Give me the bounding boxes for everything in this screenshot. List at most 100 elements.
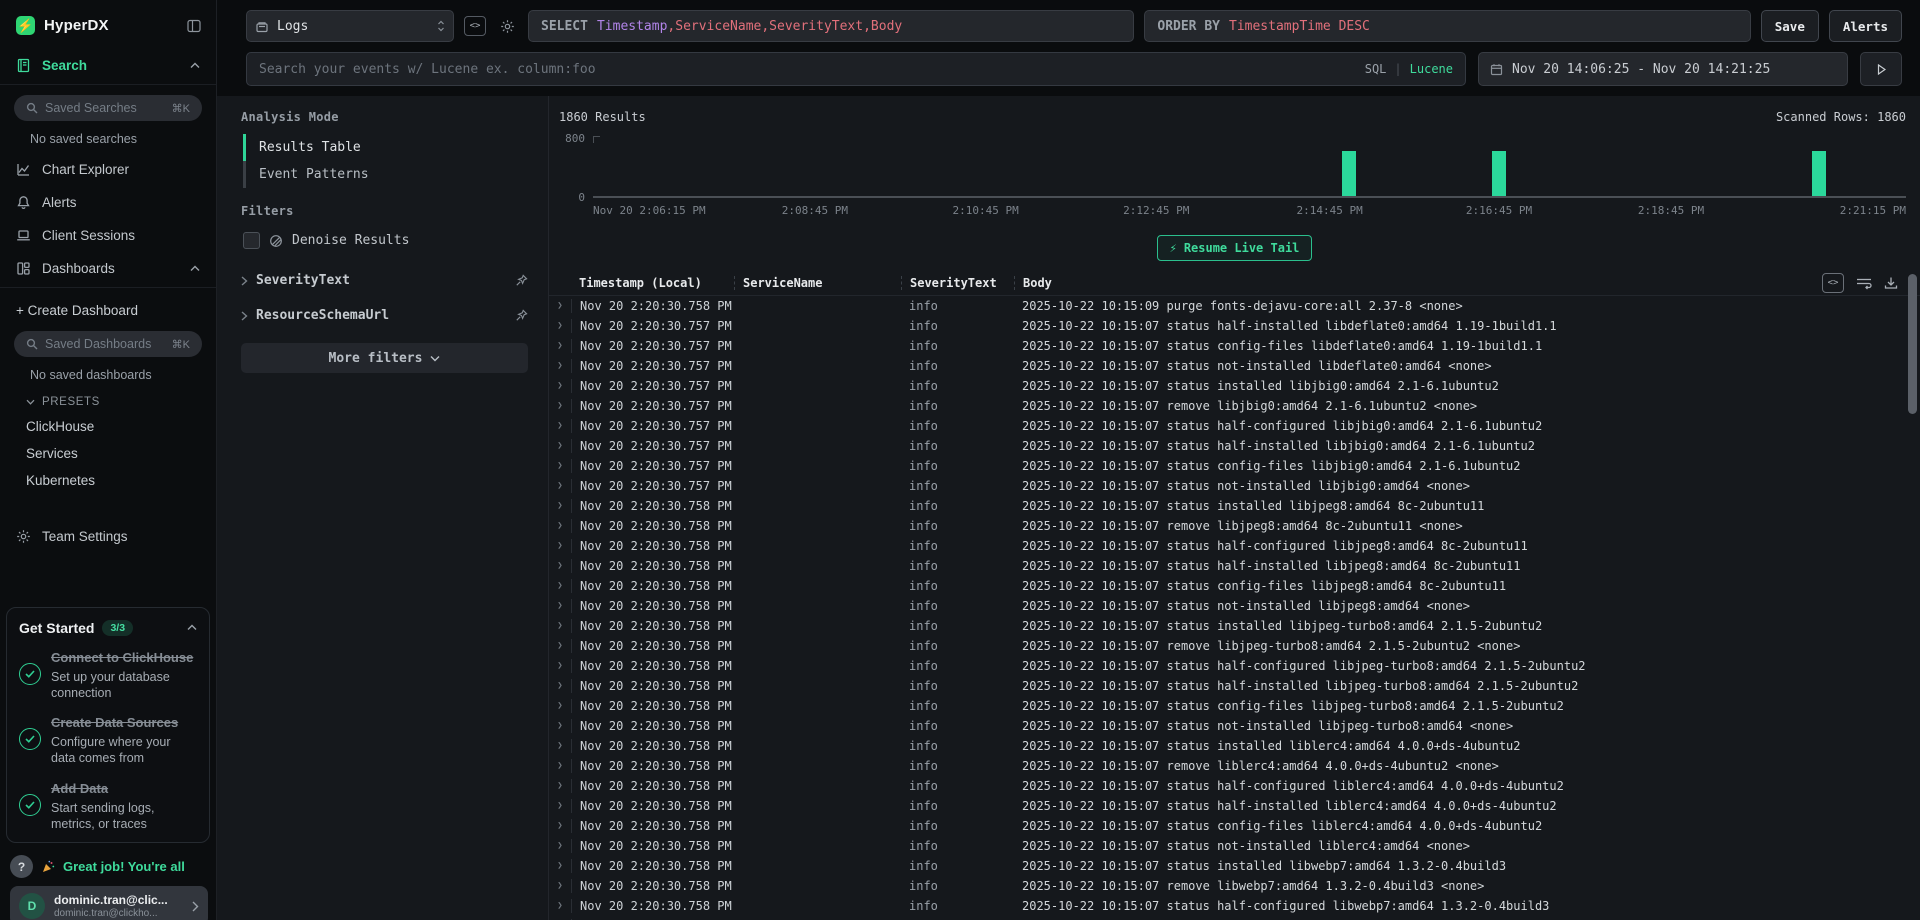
expand-row-icon[interactable]: ❯: [549, 601, 571, 611]
table-row[interactable]: ❯ Nov 20 2:20:30.758 PM info 2025-10-22 …: [549, 556, 1920, 576]
expand-row-icon[interactable]: ❯: [549, 661, 571, 671]
resume-live-tail-button[interactable]: ⚡ Resume Live Tail: [1157, 235, 1313, 261]
get-started-item[interactable]: Create Data Sources Configure where your…: [19, 714, 197, 767]
table-row[interactable]: ❯ Nov 20 2:20:30.757 PM info 2025-10-22 …: [549, 336, 1920, 356]
expand-row-icon[interactable]: ❯: [549, 581, 571, 591]
expand-row-icon[interactable]: ❯: [549, 301, 571, 311]
histogram-bar[interactable]: [1342, 151, 1356, 196]
saved-dashboards-input[interactable]: Saved Dashboards ⌘K: [14, 331, 202, 357]
create-dashboard-button[interactable]: + Create Dashboard: [0, 294, 216, 327]
col-timestamp[interactable]: Timestamp (Local): [571, 276, 734, 290]
help-icon[interactable]: ?: [10, 855, 33, 878]
table-row[interactable]: ❯ Nov 20 2:20:30.758 PM info 2025-10-22 …: [549, 756, 1920, 776]
table-row[interactable]: ❯ Nov 20 2:20:30.758 PM info 2025-10-22 …: [549, 716, 1920, 736]
lang-toggle-lucene[interactable]: Lucene: [1410, 62, 1453, 76]
table-row[interactable]: ❯ Nov 20 2:20:30.757 PM info 2025-10-22 …: [549, 356, 1920, 376]
table-row[interactable]: ❯ Nov 20 2:20:30.758 PM info 2025-10-22 …: [549, 676, 1920, 696]
expand-row-icon[interactable]: ❯: [549, 841, 571, 851]
get-started-header[interactable]: Get Started 3/3: [19, 620, 197, 636]
sidebar-item-alerts[interactable]: Alerts: [0, 186, 216, 219]
order-by-input[interactable]: ORDER BY TimestampTime DESC: [1144, 10, 1750, 42]
expand-row-icon[interactable]: ❯: [549, 381, 571, 391]
code-view-button[interactable]: <>: [1822, 273, 1844, 293]
select-clause-input[interactable]: SELECT Timestamp,ServiceName,SeverityTex…: [528, 10, 1134, 42]
lang-toggle-sql[interactable]: SQL: [1365, 62, 1387, 76]
more-filters-button[interactable]: More filters: [241, 343, 528, 373]
wrap-lines-button[interactable]: [1856, 276, 1872, 290]
facet-resource-schema-url[interactable]: ResourceSchemaUrl: [241, 298, 528, 333]
vertical-scrollbar[interactable]: [1908, 274, 1917, 414]
preset-link-services[interactable]: Services: [0, 440, 216, 467]
table-row[interactable]: ❯ Nov 20 2:20:30.758 PM info 2025-10-22 …: [549, 296, 1920, 316]
expand-row-icon[interactable]: ❯: [549, 501, 571, 511]
chevron-up-icon[interactable]: [187, 624, 197, 631]
chevron-up-icon[interactable]: [190, 265, 200, 272]
expand-row-icon[interactable]: ❯: [549, 641, 571, 651]
expand-row-icon[interactable]: ❯: [549, 461, 571, 471]
mode-results-table[interactable]: Results Table: [243, 134, 528, 161]
sidebar-item-search[interactable]: Search: [0, 49, 216, 82]
expand-row-icon[interactable]: ❯: [549, 521, 571, 531]
col-body[interactable]: Body: [1014, 276, 1810, 290]
preset-link-clickhouse[interactable]: ClickHouse: [0, 413, 216, 440]
table-row[interactable]: ❯ Nov 20 2:20:30.758 PM info 2025-10-22 …: [549, 656, 1920, 676]
sidebar-item-client-sessions[interactable]: Client Sessions: [0, 219, 216, 252]
table-row[interactable]: ❯ Nov 20 2:20:30.758 PM info 2025-10-22 …: [549, 496, 1920, 516]
sidebar-item-chart-explorer[interactable]: Chart Explorer: [0, 153, 216, 186]
table-row[interactable]: ❯ Nov 20 2:20:30.758 PM info 2025-10-22 …: [549, 576, 1920, 596]
table-row[interactable]: ❯ Nov 20 2:20:30.757 PM info 2025-10-22 …: [549, 456, 1920, 476]
table-row[interactable]: ❯ Nov 20 2:20:30.757 PM info 2025-10-22 …: [549, 476, 1920, 496]
table-row[interactable]: ❯ Nov 20 2:20:30.758 PM info 2025-10-22 …: [549, 776, 1920, 796]
sidebar-item-dashboards[interactable]: Dashboards: [0, 252, 216, 285]
table-row[interactable]: ❯ Nov 20 2:20:30.757 PM info 2025-10-22 …: [549, 316, 1920, 336]
table-row[interactable]: ❯ Nov 20 2:20:30.758 PM info 2025-10-22 …: [549, 696, 1920, 716]
table-row[interactable]: ❯ Nov 20 2:20:30.758 PM info 2025-10-22 …: [549, 636, 1920, 656]
expand-row-icon[interactable]: ❯: [549, 621, 571, 631]
expand-row-icon[interactable]: ❯: [549, 901, 571, 911]
expand-row-icon[interactable]: ❯: [549, 781, 571, 791]
table-row[interactable]: ❯ Nov 20 2:20:30.758 PM info 2025-10-22 …: [549, 916, 1920, 920]
download-icon[interactable]: [1884, 276, 1898, 290]
chevron-up-icon[interactable]: [190, 62, 200, 69]
sidebar-collapse-icon[interactable]: [186, 18, 202, 34]
expand-row-icon[interactable]: ❯: [549, 741, 571, 751]
col-severity-text[interactable]: SeverityText: [901, 276, 1014, 290]
table-row[interactable]: ❯ Nov 20 2:20:30.757 PM info 2025-10-22 …: [549, 416, 1920, 436]
table-row[interactable]: ❯ Nov 20 2:20:30.758 PM info 2025-10-22 …: [549, 816, 1920, 836]
sql-mode-button[interactable]: <>: [464, 10, 486, 42]
expand-row-icon[interactable]: ❯: [549, 881, 571, 891]
sidebar-item-team-settings[interactable]: Team Settings: [0, 520, 216, 553]
table-row[interactable]: ❯ Nov 20 2:20:30.757 PM info 2025-10-22 …: [549, 436, 1920, 456]
histogram-bar[interactable]: [1492, 151, 1506, 196]
expand-row-icon[interactable]: ❯: [549, 681, 571, 691]
alerts-button[interactable]: Alerts: [1829, 10, 1902, 42]
get-started-item[interactable]: Connect to ClickHouse Set up your databa…: [19, 649, 197, 702]
table-row[interactable]: ❯ Nov 20 2:20:30.758 PM info 2025-10-22 …: [549, 896, 1920, 916]
expand-row-icon[interactable]: ❯: [549, 701, 571, 711]
facet-severity-text[interactable]: SeverityText: [241, 263, 528, 298]
expand-row-icon[interactable]: ❯: [549, 361, 571, 371]
preset-link-kubernetes[interactable]: Kubernetes: [0, 467, 216, 494]
event-search-input[interactable]: Search your events w/ Lucene ex. column:…: [246, 52, 1466, 86]
expand-row-icon[interactable]: ❯: [549, 861, 571, 871]
user-menu[interactable]: D dominic.tran@clic... dominic.tran@clic…: [10, 886, 208, 920]
table-row[interactable]: ❯ Nov 20 2:20:30.758 PM info 2025-10-22 …: [549, 736, 1920, 756]
expand-row-icon[interactable]: ❯: [549, 341, 571, 351]
expand-row-icon[interactable]: ❯: [549, 321, 571, 331]
denoise-toggle[interactable]: Denoise Results: [241, 228, 528, 263]
pin-icon[interactable]: [515, 274, 528, 287]
denoise-checkbox[interactable]: [243, 232, 260, 249]
table-row[interactable]: ❯ Nov 20 2:20:30.757 PM info 2025-10-22 …: [549, 376, 1920, 396]
expand-row-icon[interactable]: ❯: [549, 401, 571, 411]
time-range-picker[interactable]: Nov 20 14:06:25 - Nov 20 14:21:25: [1478, 52, 1848, 86]
save-button[interactable]: Save: [1761, 10, 1819, 42]
expand-row-icon[interactable]: ❯: [549, 801, 571, 811]
mode-event-patterns[interactable]: Event Patterns: [243, 161, 528, 188]
table-row[interactable]: ❯ Nov 20 2:20:30.758 PM info 2025-10-22 …: [549, 876, 1920, 896]
expand-row-icon[interactable]: ❯: [549, 821, 571, 831]
get-started-item[interactable]: Add Data Start sending logs, metrics, or…: [19, 780, 197, 833]
table-row[interactable]: ❯ Nov 20 2:20:30.758 PM info 2025-10-22 …: [549, 856, 1920, 876]
table-row[interactable]: ❯ Nov 20 2:20:30.758 PM info 2025-10-22 …: [549, 836, 1920, 856]
saved-searches-input[interactable]: Saved Searches ⌘K: [14, 95, 202, 121]
expand-row-icon[interactable]: ❯: [549, 721, 571, 731]
